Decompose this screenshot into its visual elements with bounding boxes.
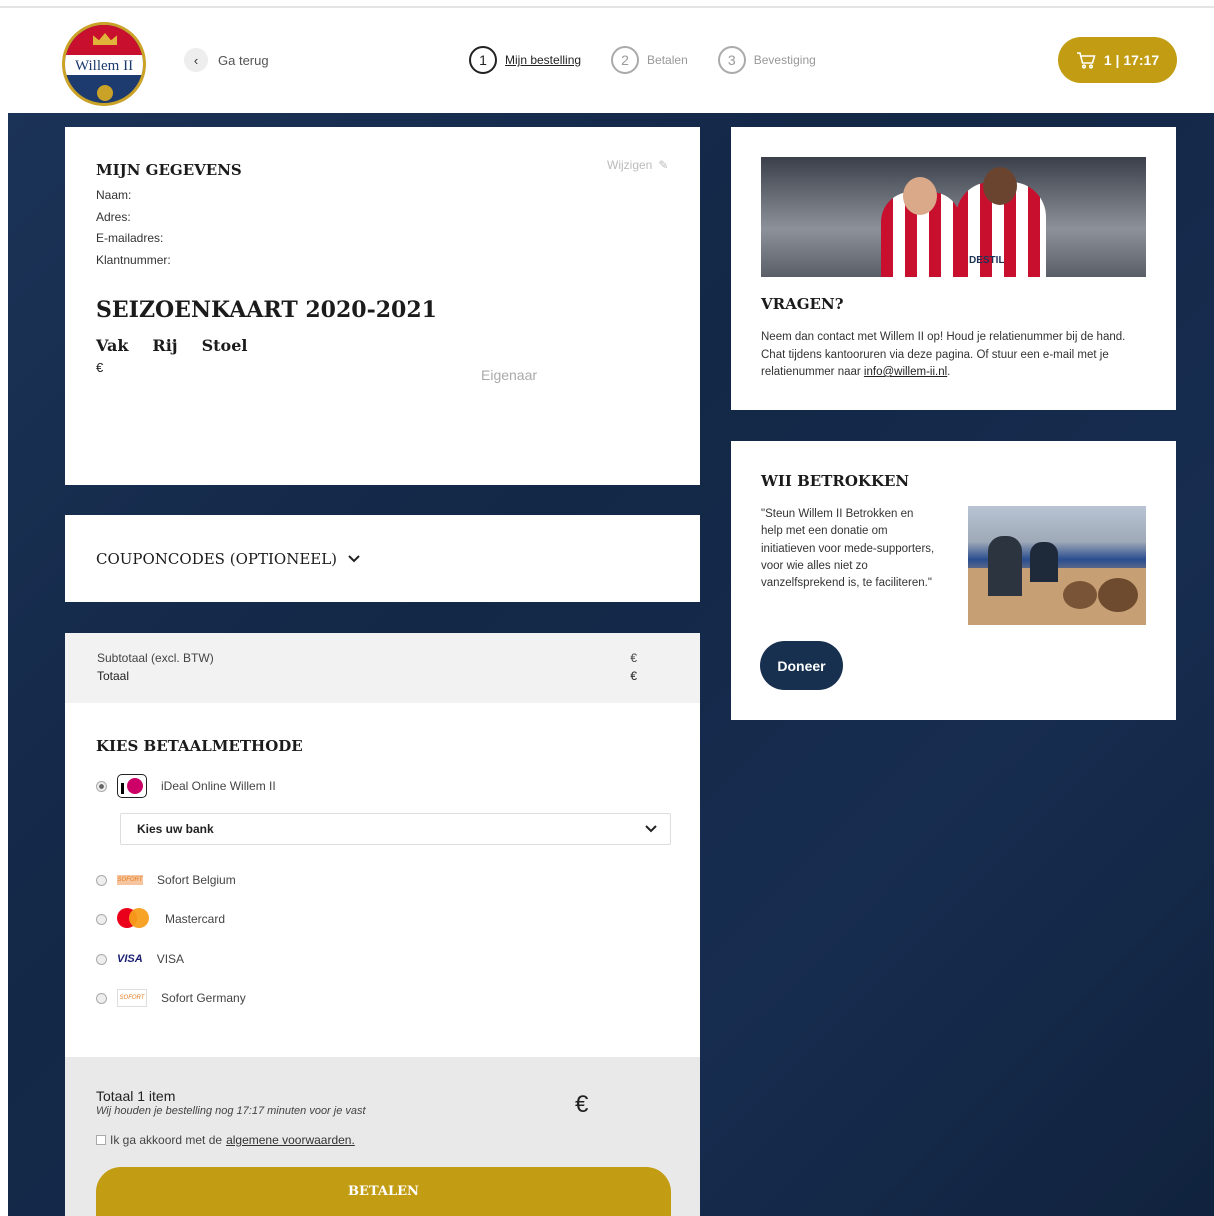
- mastercard-icon: [117, 908, 151, 930]
- payment-title: KIES BETAALMETHODE: [96, 737, 303, 755]
- terms-link[interactable]: algemene voorwaarden.: [226, 1133, 355, 1147]
- payment-option-ideal[interactable]: iDeal Online Willem II: [96, 774, 276, 798]
- cart-button[interactable]: 1 | 17:17: [1058, 37, 1177, 83]
- field-email: E-mailadres:: [96, 231, 164, 245]
- coupon-toggle[interactable]: COUPONCODES (OPTIONEEL): [65, 515, 700, 602]
- edit-link[interactable]: Wijzigen ✎: [607, 158, 668, 172]
- email-link[interactable]: info@willem-ii.nl: [864, 366, 947, 378]
- back-button[interactable]: ‹ Ga terug: [184, 48, 269, 72]
- terms-prefix: Ik ga akkoord met de: [110, 1133, 223, 1147]
- photo-person: [988, 536, 1022, 596]
- field-adres: Adres:: [96, 209, 131, 224]
- pencil-icon: ✎: [658, 158, 669, 172]
- step-label: Mijn bestelling: [505, 53, 582, 67]
- payment-option-mastercard[interactable]: Mastercard: [96, 908, 225, 930]
- visa-logo-icon: VISA: [117, 953, 143, 965]
- step-number: 1: [469, 46, 497, 74]
- pay-button[interactable]: BETALEN: [96, 1167, 671, 1216]
- method-label: Mastercard: [165, 912, 226, 926]
- shirt-sponsor: DESTIL: [969, 255, 1005, 266]
- column-vak: Vak: [96, 336, 129, 355]
- bank-select[interactable]: Kies uw bank: [120, 813, 671, 845]
- column-rij: Rij: [152, 336, 178, 355]
- cart-icon: [1076, 52, 1096, 69]
- season-ticket-title: SEIZOENKAART 2020-2021: [96, 297, 437, 323]
- ball-icon: [97, 85, 113, 101]
- chevron-down-icon: [645, 825, 657, 833]
- checkout-steps: 1 Mijn bestelling 2 Betalen 3 Bevestigin…: [469, 46, 816, 74]
- subtotal-value: €: [630, 651, 637, 665]
- terms-agreement[interactable]: Ik ga akkoord met de algemene voorwaarde…: [96, 1133, 355, 1147]
- total-items: Totaal 1 item: [96, 1088, 176, 1104]
- edit-label: Wijzigen: [607, 158, 653, 172]
- photo-ball: [1098, 578, 1138, 612]
- questions-card: DESTIL VRAGEN? Neem dan contact met Will…: [731, 127, 1176, 410]
- radio-ideal[interactable]: [96, 780, 107, 792]
- radio-mastercard[interactable]: [96, 913, 107, 925]
- questions-text: Neem dan contact met Willem II op! Houd …: [761, 329, 1151, 382]
- club-logo[interactable]: Willem II: [62, 22, 146, 106]
- back-label: Ga terug: [218, 52, 269, 68]
- subtotal-row: Subtotaal (excl. BTW) €: [97, 651, 637, 665]
- photo-ball: [1063, 581, 1097, 609]
- betrokken-title: WII BETROKKEN: [761, 472, 910, 490]
- radio-visa[interactable]: [96, 953, 107, 965]
- sofort-logo-icon: SOFORT: [117, 875, 143, 885]
- bank-select-value: Kies uw bank: [137, 822, 214, 836]
- radio-sofort-belgium[interactable]: [96, 874, 107, 886]
- subtotal-label: Subtotaal (excl. BTW): [97, 651, 214, 665]
- terms-checkbox[interactable]: [96, 1135, 106, 1145]
- my-details-title: MIJN GEGEVENS: [96, 161, 242, 179]
- players-photo: DESTIL: [761, 157, 1146, 277]
- chevron-left-icon: ‹: [184, 48, 208, 72]
- cart-label: 1 | 17:17: [1103, 52, 1160, 68]
- player-head: [903, 177, 937, 215]
- step-mijn-bestelling[interactable]: 1 Mijn bestelling: [469, 46, 581, 74]
- checkout-total: €: [575, 1091, 589, 1118]
- payment-option-sofort-belgium[interactable]: SOFORT Sofort Belgium: [96, 873, 236, 887]
- method-label: Sofort Germany: [161, 991, 246, 1005]
- method-label: VISA: [156, 952, 185, 966]
- seat-columns: Vak Rij Stoel: [96, 336, 247, 355]
- ticket-price: €: [96, 360, 104, 375]
- betrokken-card: WII BETROKKEN "Steun Willem II Betrokken…: [731, 441, 1176, 720]
- step-label: Betalen: [647, 53, 688, 67]
- donate-button[interactable]: Doneer: [760, 641, 843, 690]
- column-stoel: Stoel: [201, 336, 248, 355]
- checkout-bar: Totaal 1 item Wij houden je bestelling n…: [65, 1057, 700, 1216]
- ideal-icon: [117, 774, 147, 798]
- step-number: 2: [611, 46, 640, 74]
- radio-sofort-germany[interactable]: [96, 992, 107, 1004]
- step-label: Bevestiging: [753, 53, 816, 67]
- hold-text: Wij houden je bestelling nog 17:17 minut…: [96, 1105, 366, 1117]
- chevron-down-icon: [348, 554, 360, 562]
- total-value: €: [630, 669, 637, 683]
- step-bevestiging: 3 Bevestiging: [717, 46, 816, 74]
- field-naam: Naam:: [96, 188, 132, 202]
- total-row: Totaal €: [97, 669, 637, 683]
- questions-title: VRAGEN?: [761, 295, 844, 313]
- questions-end: .: [947, 366, 951, 378]
- owner-label: Eigenaar: [481, 367, 538, 383]
- method-label: Sofort Belgium: [157, 873, 236, 887]
- header: Willem II ‹ Ga terug 1 Mijn bestelling 2…: [0, 8, 1214, 113]
- method-label: iDeal Online Willem II: [161, 779, 276, 793]
- details-fields: Naam: Adres: E-mailadres: Klantnummer:: [96, 188, 171, 274]
- total-label: Totaal: [97, 669, 130, 683]
- betrokken-quote: "Steun Willem II Betrokken en help met e…: [761, 508, 935, 590]
- field-klantnummer: Klantnummer:: [96, 252, 171, 267]
- payment-option-sofort-germany[interactable]: SOFORT Sofort Germany: [96, 989, 246, 1007]
- photo-person: [1030, 542, 1058, 582]
- step-betalen: 2 Betalen: [611, 46, 688, 74]
- coupon-title: COUPONCODES (OPTIONEEL): [96, 549, 338, 568]
- my-details-card: MIJN GEGEVENS Wijzigen ✎ Naam: Adres: E-…: [65, 127, 700, 485]
- player-head: [983, 167, 1017, 205]
- logo-text: Willem II: [65, 54, 143, 75]
- step-number: 3: [717, 46, 746, 74]
- order-summary: Subtotaal (excl. BTW) € Totaal €: [65, 633, 700, 703]
- supporters-photo: [968, 506, 1146, 625]
- order-card: Subtotaal (excl. BTW) € Totaal € KIES BE…: [65, 633, 700, 1216]
- sofort-logo-icon: SOFORT: [117, 989, 147, 1007]
- payment-option-visa[interactable]: VISA VISA: [96, 952, 184, 966]
